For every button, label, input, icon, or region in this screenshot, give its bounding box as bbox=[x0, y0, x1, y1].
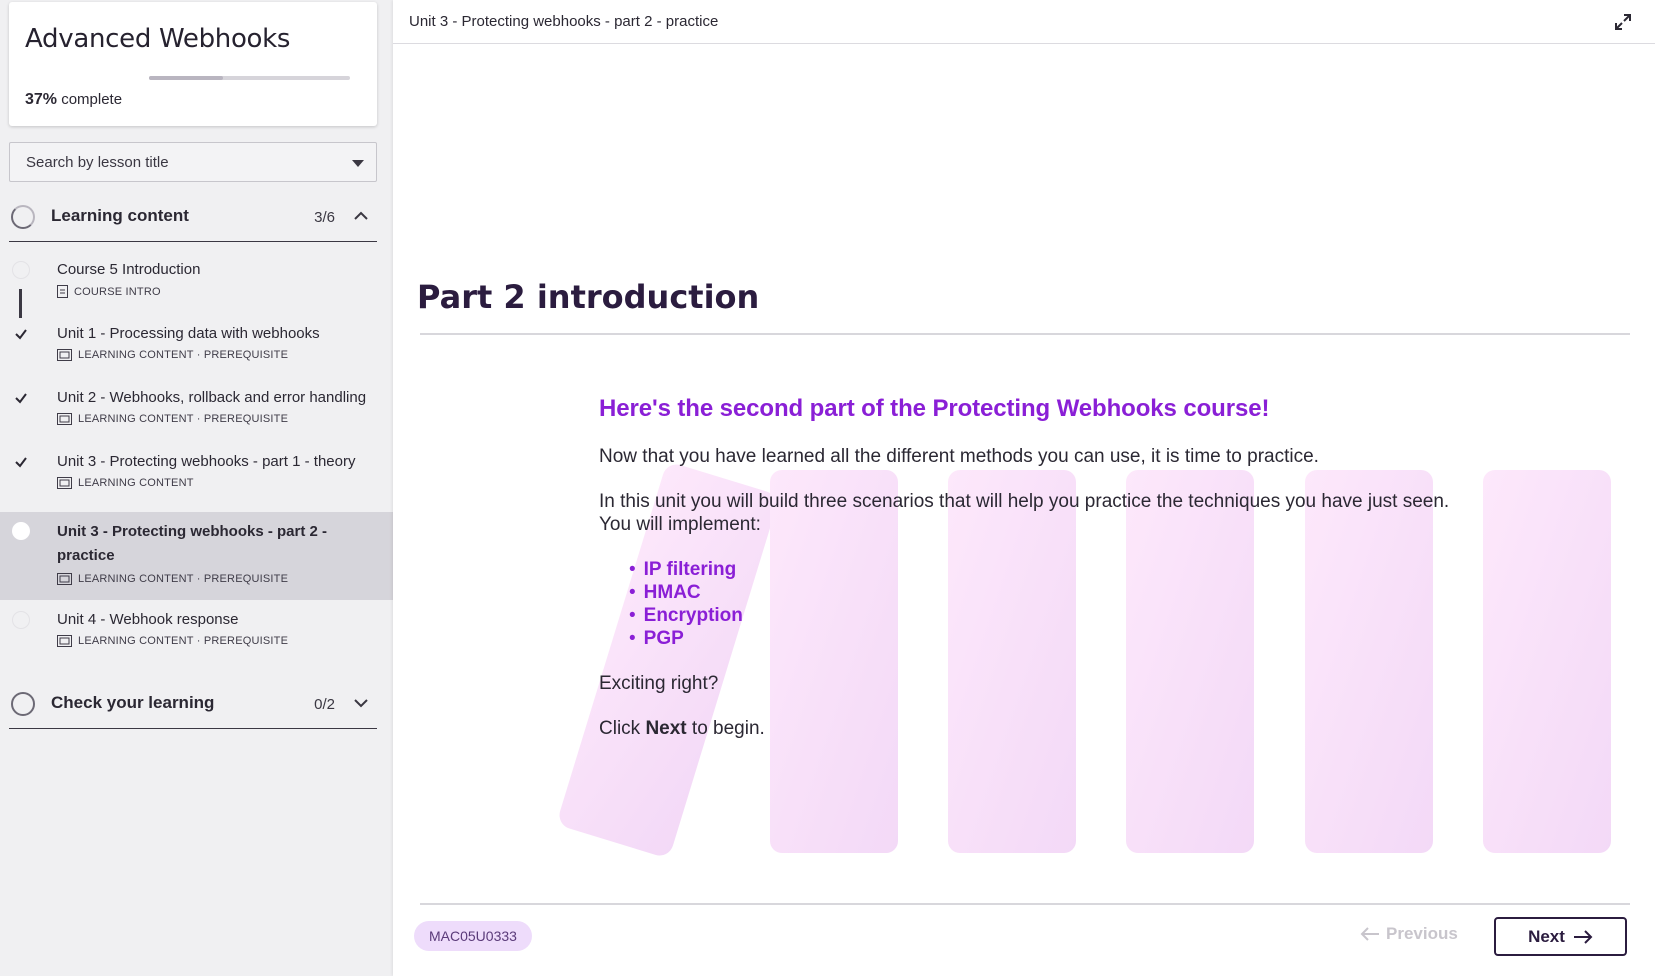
slides-icon bbox=[57, 413, 72, 425]
previous-label: Previous bbox=[1386, 924, 1458, 943]
text-span: Click bbox=[599, 718, 646, 739]
lesson-meta-text: COURSE INTRO bbox=[74, 285, 161, 298]
technique-list: IP filtering HMAC Encryption PGP bbox=[629, 558, 1459, 650]
list-item: IP filtering bbox=[629, 558, 1459, 581]
deco-bar bbox=[1483, 470, 1611, 853]
section-count: 3/6 bbox=[314, 209, 335, 226]
previous-button[interactable]: Previous bbox=[1360, 924, 1458, 944]
lesson-meta: LEARNING CONTENT · PREREQUISITE bbox=[57, 349, 288, 361]
lesson-title: Unit 2 - Webhooks, rollback and error ha… bbox=[57, 389, 367, 406]
lesson-meta: LEARNING CONTENT · PREREQUISITE bbox=[57, 635, 288, 647]
divider bbox=[420, 903, 1630, 905]
lesson-meta: LEARNING CONTENT · PREREQUISITE bbox=[57, 413, 288, 425]
progress-ring-icon bbox=[11, 205, 35, 229]
text-span: to begin. bbox=[686, 718, 765, 739]
lesson-item[interactable]: Unit 1 - Processing data with webhooks L… bbox=[0, 322, 393, 382]
lesson-content: Here's the second part of the Protecting… bbox=[599, 395, 1459, 762]
lesson-meta: COURSE INTRO bbox=[57, 285, 161, 298]
next-label: Next bbox=[1528, 926, 1565, 946]
lesson-title: Unit 4 - Webhook response bbox=[57, 611, 239, 628]
lesson-item[interactable]: Unit 3 - Protecting webhooks - part 1 - … bbox=[0, 450, 393, 510]
slides-icon bbox=[57, 349, 72, 361]
lesson-status-dot bbox=[12, 522, 30, 540]
slides-icon bbox=[57, 573, 72, 585]
lesson-meta-text: LEARNING CONTENT · PREREQUISITE bbox=[78, 349, 289, 361]
lesson-title: Unit 3 - Protecting webhooks - part 1 - … bbox=[57, 453, 356, 470]
lesson-item[interactable]: Unit 2 - Webhooks, rollback and error ha… bbox=[0, 386, 393, 446]
lesson-paragraph: Now that you have learned all the differ… bbox=[599, 446, 1319, 467]
caret-down-icon bbox=[352, 160, 364, 167]
course-progress-suffix: complete bbox=[61, 91, 123, 108]
lesson-headline: Here's the second part of the Protecting… bbox=[599, 395, 1270, 422]
text-emphasis: Next bbox=[645, 718, 687, 739]
section-check-your-learning[interactable]: Check your learning 0/2 bbox=[9, 679, 377, 729]
lesson-title: Unit 1 - Processing data with webhooks bbox=[57, 325, 320, 342]
lesson-status-dot bbox=[12, 611, 30, 629]
lesson-meta: LEARNING CONTENT · PREREQUISITE bbox=[57, 573, 288, 585]
document-icon bbox=[57, 285, 68, 298]
slides-icon bbox=[57, 635, 72, 647]
lesson-meta-text: LEARNING CONTENT · PREREQUISITE bbox=[78, 413, 289, 425]
list-item: PGP bbox=[629, 627, 1459, 650]
lesson-title: Unit 3 - Protecting webhooks - part 2 - … bbox=[57, 523, 328, 564]
course-progress-text: 37% complete bbox=[25, 91, 122, 109]
course-summary-card: Advanced Webhooks 37% complete bbox=[9, 2, 377, 126]
section-learning-content[interactable]: Learning content 3/6 bbox=[9, 192, 377, 242]
lesson-meta-text: LEARNING CONTENT · PREREQUISITE bbox=[78, 573, 289, 585]
lesson-title: Course 5 Introduction bbox=[57, 261, 201, 278]
arrow-right-icon bbox=[1573, 929, 1593, 944]
progress-ring-icon bbox=[11, 692, 35, 716]
next-button[interactable]: Next bbox=[1494, 917, 1627, 956]
lesson-code-badge: MAC05U0333 bbox=[414, 921, 532, 951]
list-item: Encryption bbox=[629, 604, 1459, 627]
chevron-up-icon bbox=[354, 211, 368, 220]
checkmark-icon bbox=[15, 393, 27, 404]
lesson-item[interactable]: Unit 4 - Webhook response LEARNING CONTE… bbox=[0, 608, 393, 668]
course-title: Advanced Webhooks bbox=[25, 24, 291, 54]
lesson-search-dropdown[interactable]: Search by lesson title bbox=[9, 142, 377, 182]
lesson-paragraph: Click Next to begin. bbox=[599, 717, 1459, 740]
lesson-paragraph: In this unit you will build three scenar… bbox=[599, 491, 1450, 535]
lesson-item[interactable]: Course 5 Introduction COURSE INTRO bbox=[0, 258, 393, 318]
section-count: 0/2 bbox=[314, 696, 335, 713]
arrow-left-icon bbox=[1360, 927, 1379, 941]
course-progress-fill bbox=[149, 76, 224, 80]
course-progress-percent: 37% bbox=[25, 91, 58, 108]
checkmark-icon bbox=[15, 329, 27, 340]
lesson-meta: LEARNING CONTENT bbox=[57, 477, 194, 489]
lesson-meta-text: LEARNING CONTENT bbox=[78, 477, 194, 489]
slides-icon bbox=[57, 477, 72, 489]
section-title: Check your learning bbox=[51, 693, 215, 712]
section-title: Learning content bbox=[51, 206, 189, 225]
checkmark-icon bbox=[15, 457, 27, 468]
chevron-down-icon bbox=[354, 699, 368, 708]
lesson-status-dot bbox=[12, 261, 30, 279]
lesson-meta-text: LEARNING CONTENT · PREREQUISITE bbox=[78, 635, 289, 647]
course-sidebar: Advanced Webhooks 37% complete Search by… bbox=[0, 0, 393, 976]
course-progress-bar bbox=[149, 76, 350, 80]
lesson-paragraph: Exciting right? bbox=[599, 673, 719, 694]
lesson-main-panel: Unit 3 - Protecting webhooks - part 2 - … bbox=[393, 0, 1660, 976]
lesson-search-placeholder: Search by lesson title bbox=[26, 154, 169, 171]
list-item: HMAC bbox=[629, 581, 1459, 604]
lesson-item-active[interactable]: Unit 3 - Protecting webhooks - part 2 - … bbox=[0, 512, 393, 600]
